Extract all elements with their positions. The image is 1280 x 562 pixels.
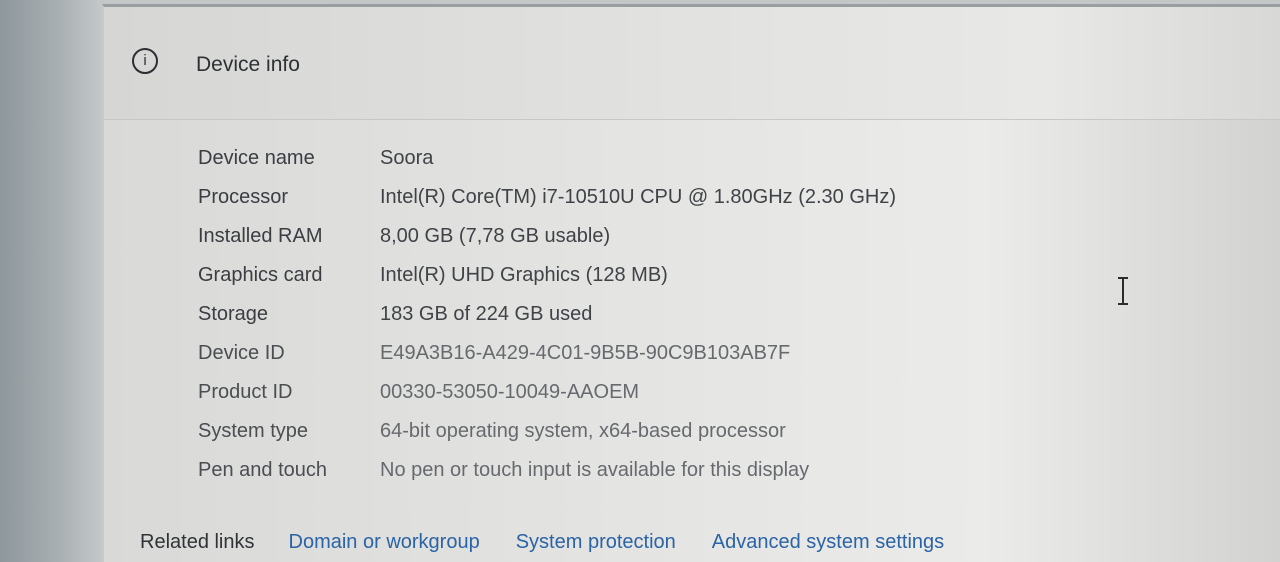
section-title: Device info xyxy=(196,53,300,76)
spec-row-storage: Storage 183 GB of 224 GB used xyxy=(198,295,896,334)
system-protection-link[interactable]: System protection xyxy=(516,531,676,554)
spec-row-installed-ram: Installed RAM 8,00 GB (7,78 GB usable) xyxy=(198,217,896,256)
screen: i Device info Device name Soora Processo… xyxy=(0,0,1280,562)
spec-value: Intel(R) UHD Graphics (128 MB) xyxy=(380,264,668,286)
spec-label: Storage xyxy=(198,303,269,325)
spec-list: Device name Soora Processor Intel(R) Cor… xyxy=(198,139,896,490)
spec-value: Intel(R) Core(TM) i7-10510U CPU @ 1.80GH… xyxy=(380,186,896,208)
spec-label: Pen and touch xyxy=(198,459,327,481)
spec-value: 8,00 GB (7,78 GB usable) xyxy=(380,225,611,247)
device-info-header[interactable]: i Device info xyxy=(104,7,1280,120)
spec-label: Device name xyxy=(198,147,315,169)
advanced-system-settings-link[interactable]: Advanced system settings xyxy=(712,531,944,554)
related-links-title: Related links xyxy=(140,531,255,553)
spec-row-pen-and-touch: Pen and touch No pen or touch input is a… xyxy=(198,451,896,490)
spec-row-device-name: Device name Soora xyxy=(198,139,896,178)
device-info-panel: i Device info Device name Soora Processo… xyxy=(102,4,1280,562)
spec-value: 64-bit operating system, x64-based proce… xyxy=(380,420,786,442)
spec-label: Product ID xyxy=(198,381,293,403)
related-links: Related links Domain or workgroup System… xyxy=(140,531,980,554)
spec-value: Soora xyxy=(380,147,434,169)
spec-label: Graphics card xyxy=(198,264,323,286)
spec-row-system-type: System type 64-bit operating system, x64… xyxy=(198,412,896,451)
spec-value: 183 GB of 224 GB used xyxy=(380,303,593,325)
spec-row-processor: Processor Intel(R) Core(TM) i7-10510U CP… xyxy=(198,178,896,217)
spec-value: No pen or touch input is available for t… xyxy=(380,459,810,481)
spec-row-product-id: Product ID 00330-53050-10049-AAOEM xyxy=(198,373,896,412)
spec-value: 00330-53050-10049-AAOEM xyxy=(380,381,640,403)
domain-or-workgroup-link[interactable]: Domain or workgroup xyxy=(289,531,480,554)
spec-label: Processor xyxy=(198,186,289,208)
spec-row-device-id: Device ID E49A3B16-A429-4C01-9B5B-90C9B1… xyxy=(198,334,896,373)
spec-label: Installed RAM xyxy=(198,225,323,247)
spec-label: System type xyxy=(198,420,309,442)
text-cursor-icon xyxy=(1118,277,1128,305)
info-circle-icon: i xyxy=(132,48,158,74)
spec-value: E49A3B16-A429-4C01-9B5B-90C9B103AB7F xyxy=(380,342,791,364)
spec-label: Device ID xyxy=(198,342,285,364)
spec-row-graphics-card: Graphics card Intel(R) UHD Graphics (128… xyxy=(198,256,896,295)
